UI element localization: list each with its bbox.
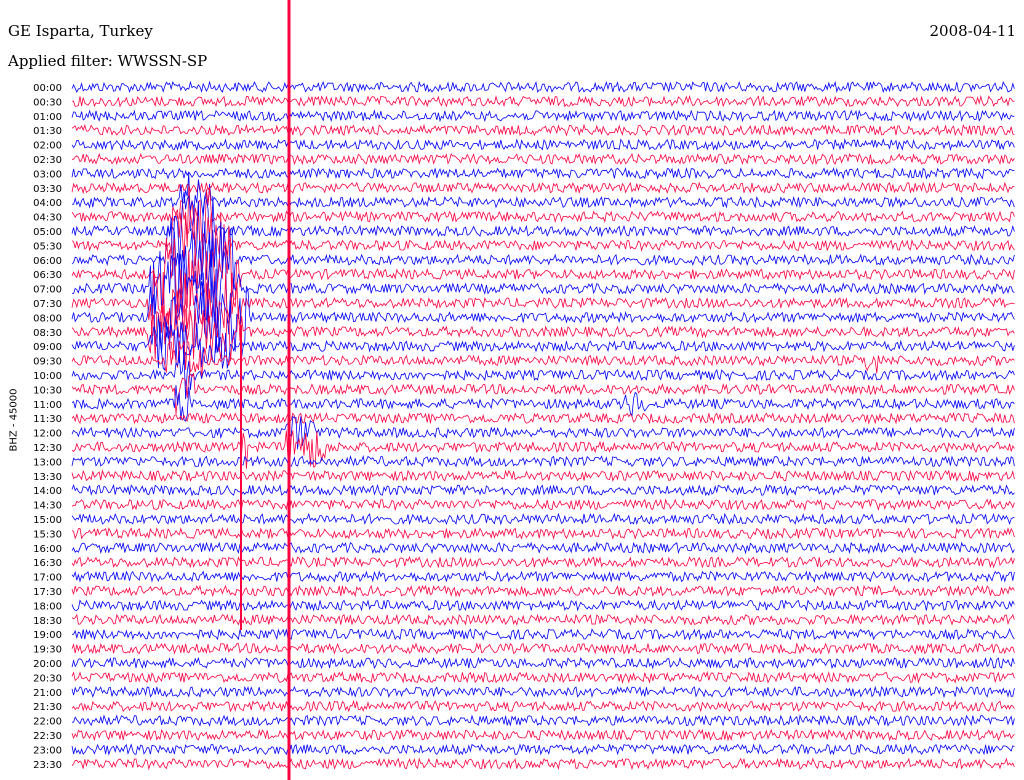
date-label: 2008-04-11 [929, 22, 1016, 40]
trace-row-2330 [71, 757, 1015, 771]
row-label: 00:00 [33, 83, 62, 94]
trace-row-2230 [71, 728, 1015, 742]
row-label: 19:30 [33, 645, 62, 656]
row-label: 23:00 [33, 745, 62, 756]
row-label: 15:00 [33, 515, 62, 526]
row-label: 02:00 [33, 141, 62, 152]
row-label: 18:30 [33, 616, 62, 627]
trace-row-0300 [71, 166, 1015, 180]
filter-label: Applied filter: WWSSN-SP [8, 52, 208, 70]
trace-row-0830 [71, 304, 1015, 362]
station-title: GE Isparta, Turkey [8, 22, 153, 40]
trace-row-2100 [71, 685, 1015, 699]
row-label: 12:00 [33, 429, 62, 440]
trace-row-1900 [71, 628, 1015, 641]
trace-row-1530 [71, 526, 1015, 540]
row-label: 22:30 [33, 731, 62, 742]
row-label: 20:30 [33, 673, 62, 684]
row-label: 01:30 [33, 126, 62, 137]
row-labels: 00:00 00:30 01:00 01:30 02:00 02:30 03:00 03:30… [33, 83, 62, 771]
row-label: 07:30 [33, 299, 62, 310]
trace-row-0130 [71, 123, 1015, 137]
row-label: 16:30 [33, 558, 62, 569]
trace-row-0030 [71, 95, 1015, 108]
trace-row-1800 [71, 599, 1015, 612]
row-label: 22:00 [33, 717, 62, 728]
row-label: 09:00 [33, 342, 62, 353]
row-label: 03:30 [33, 184, 62, 195]
row-label: 11:30 [33, 414, 62, 425]
trace-row-1930 [71, 642, 1015, 655]
trace-row-1400 [71, 483, 1015, 497]
row-label: 20:00 [33, 659, 62, 670]
row-label: 05:30 [33, 241, 62, 252]
row-label: 16:00 [33, 544, 62, 555]
row-label: 14:30 [33, 501, 62, 512]
trace-row-2000 [71, 656, 1015, 670]
row-label: 15:30 [33, 529, 62, 540]
trace-row-2130 [71, 699, 1015, 713]
row-label: 04:00 [33, 198, 62, 209]
trace-row-1030 [71, 373, 1015, 415]
trace-row-1730 [71, 584, 1015, 598]
row-label: 09:30 [33, 357, 62, 368]
trace-row-0230 [71, 152, 1015, 166]
row-label: 10:30 [33, 385, 62, 396]
channel-label: BHZ - 45000 [8, 388, 20, 452]
trace-group [71, 80, 1015, 771]
helicorder-plot: 00:00 00:30 01:00 01:30 02:00 02:30 03:00 03:30… [33, 0, 1015, 780]
row-label: 08:30 [33, 328, 62, 339]
trace-row-0000 [71, 80, 1015, 94]
trace-row-1600 [71, 541, 1015, 555]
row-label: 06:30 [33, 270, 62, 281]
trace-row-1430 [71, 498, 1015, 512]
row-label: 23:30 [33, 760, 62, 771]
trace-row-2300 [71, 743, 1015, 756]
row-label: 03:00 [33, 169, 62, 180]
row-label: 14:00 [33, 486, 62, 497]
trace-row-0100 [71, 109, 1015, 123]
row-label: 12:30 [33, 443, 62, 454]
row-label: 06:00 [33, 256, 62, 267]
trace-row-0330 [71, 181, 1015, 195]
trace-row-1830 [71, 613, 1015, 626]
row-label: 18:00 [33, 601, 62, 612]
trace-row-1300 [71, 455, 1015, 468]
row-label: 11:00 [33, 400, 62, 411]
row-label: 21:30 [33, 702, 62, 713]
trace-row-1630 [71, 556, 1015, 569]
trace-row-1500 [71, 512, 1015, 526]
trace-row-1330 [71, 469, 1015, 483]
row-label: 00:30 [33, 97, 62, 108]
trace-row-2200 [71, 714, 1015, 727]
row-label: 13:30 [33, 472, 62, 483]
trace-row-1700 [71, 570, 1015, 583]
row-label: 10:00 [33, 371, 62, 382]
row-label: 17:30 [33, 587, 62, 598]
row-label: 01:00 [33, 112, 62, 123]
trace-row-2030 [71, 670, 1015, 684]
row-label: 21:00 [33, 688, 62, 699]
row-label: 05:00 [33, 227, 62, 238]
trace-row-1230 [71, 430, 1015, 470]
trace-row-0900 [71, 321, 1015, 371]
row-label: 08:00 [33, 313, 62, 324]
row-label: 02:30 [33, 155, 62, 166]
row-label: 19:00 [33, 630, 62, 641]
row-label: 13:00 [33, 457, 62, 468]
row-label: 07:00 [33, 285, 62, 296]
row-label: 04:30 [33, 213, 62, 224]
trace-row-1130 [71, 411, 1015, 425]
trace-row-0200 [71, 138, 1015, 152]
row-label: 17:00 [33, 573, 62, 584]
